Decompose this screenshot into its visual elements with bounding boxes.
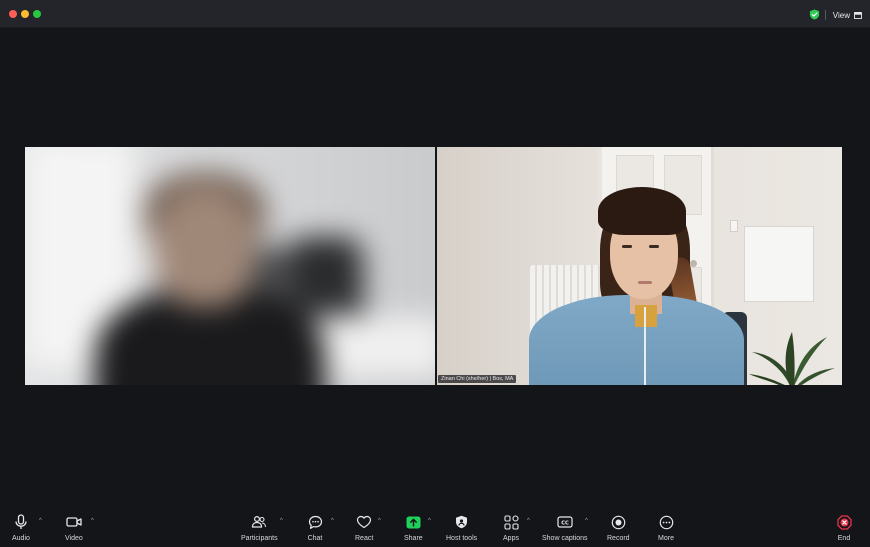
chat-button[interactable]: Chat <box>307 514 323 542</box>
video-button[interactable]: Video <box>65 514 83 542</box>
record-button[interactable]: Record <box>607 514 630 542</box>
record-label: Record <box>607 535 630 542</box>
video-camera-icon <box>66 514 82 530</box>
apps-button[interactable]: Apps <box>503 514 519 542</box>
closed-captions-icon: CC <box>557 514 573 530</box>
chat-label: Chat <box>307 535 323 542</box>
more-label: More <box>658 535 674 542</box>
audio-label: Audio <box>12 535 30 542</box>
view-label: View <box>832 10 850 20</box>
share-screen-icon <box>405 514 421 530</box>
apps-options-chevron-up-icon[interactable]: ^ <box>527 518 530 524</box>
end-meeting-button[interactable]: End <box>836 514 852 542</box>
show-captions-label: Show captions <box>542 535 588 542</box>
title-bar: View <box>0 0 870 28</box>
participant-tile-right[interactable]: Zinan Chi (she/her) | Bos, MA <box>437 147 842 385</box>
shield-check-icon[interactable] <box>809 9 820 20</box>
view-button[interactable]: View <box>833 8 862 22</box>
react-label: React <box>355 535 374 542</box>
captions-options-chevron-up-icon[interactable]: ^ <box>585 518 588 524</box>
video-stage: Zinan Chi (she/her) | Bos, MA <box>0 28 870 508</box>
participants-options-chevron-up-icon[interactable]: ^ <box>280 518 283 524</box>
react-button[interactable]: React <box>355 514 373 542</box>
view-grid-icon <box>854 11 862 19</box>
plant <box>749 332 835 385</box>
microphone-icon <box>13 514 29 530</box>
show-captions-button[interactable]: CC Show captions <box>542 514 588 542</box>
apps-grid-icon <box>503 514 519 530</box>
share-options-chevron-up-icon[interactable]: ^ <box>428 518 431 524</box>
share-label: Share <box>404 535 423 542</box>
shield-icon <box>454 514 470 530</box>
audio-button[interactable]: Audio <box>12 514 30 542</box>
audio-options-chevron-up-icon[interactable]: ^ <box>39 518 42 524</box>
light-switch <box>730 220 738 232</box>
meeting-window: View Zinan Chi (she/her) | Bos, MA Audio… <box>0 0 870 547</box>
host-tools-button[interactable]: Host tools <box>446 514 477 542</box>
door-knob <box>690 260 697 267</box>
window-minimize-button[interactable] <box>21 10 29 18</box>
window-maximize-button[interactable] <box>33 10 41 18</box>
video-label: Video <box>65 535 83 542</box>
more-ellipsis-icon <box>658 514 674 530</box>
end-x-icon <box>836 514 852 530</box>
end-label: End <box>837 535 851 542</box>
participant-name-tag: Zinan Chi (she/her) | Bos, MA <box>438 375 517 383</box>
wall-heater <box>744 226 814 302</box>
host-tools-label: Host tools <box>446 535 478 542</box>
video-options-chevron-up-icon[interactable]: ^ <box>91 518 94 524</box>
blurred-video <box>25 147 435 385</box>
share-button[interactable]: Share <box>404 514 423 542</box>
react-options-chevron-up-icon[interactable]: ^ <box>378 518 381 524</box>
participants-button[interactable]: Participants <box>241 514 278 542</box>
chat-options-chevron-up-icon[interactable]: ^ <box>331 518 334 524</box>
apps-label: Apps <box>503 535 519 542</box>
more-button[interactable]: More <box>658 514 674 542</box>
participants-label: Participants <box>241 535 278 542</box>
chat-bubble-icon <box>307 514 323 530</box>
svg-text:CC: CC <box>561 520 569 526</box>
participants-icon <box>251 514 267 530</box>
meeting-toolbar: Audio ^ Video ^ Participants ^ Chat ^ Re… <box>0 508 870 547</box>
heart-react-icon <box>356 514 372 530</box>
title-divider <box>825 10 826 20</box>
record-icon <box>610 514 626 530</box>
participant-tile-left[interactable] <box>25 147 435 385</box>
window-close-button[interactable] <box>9 10 17 18</box>
